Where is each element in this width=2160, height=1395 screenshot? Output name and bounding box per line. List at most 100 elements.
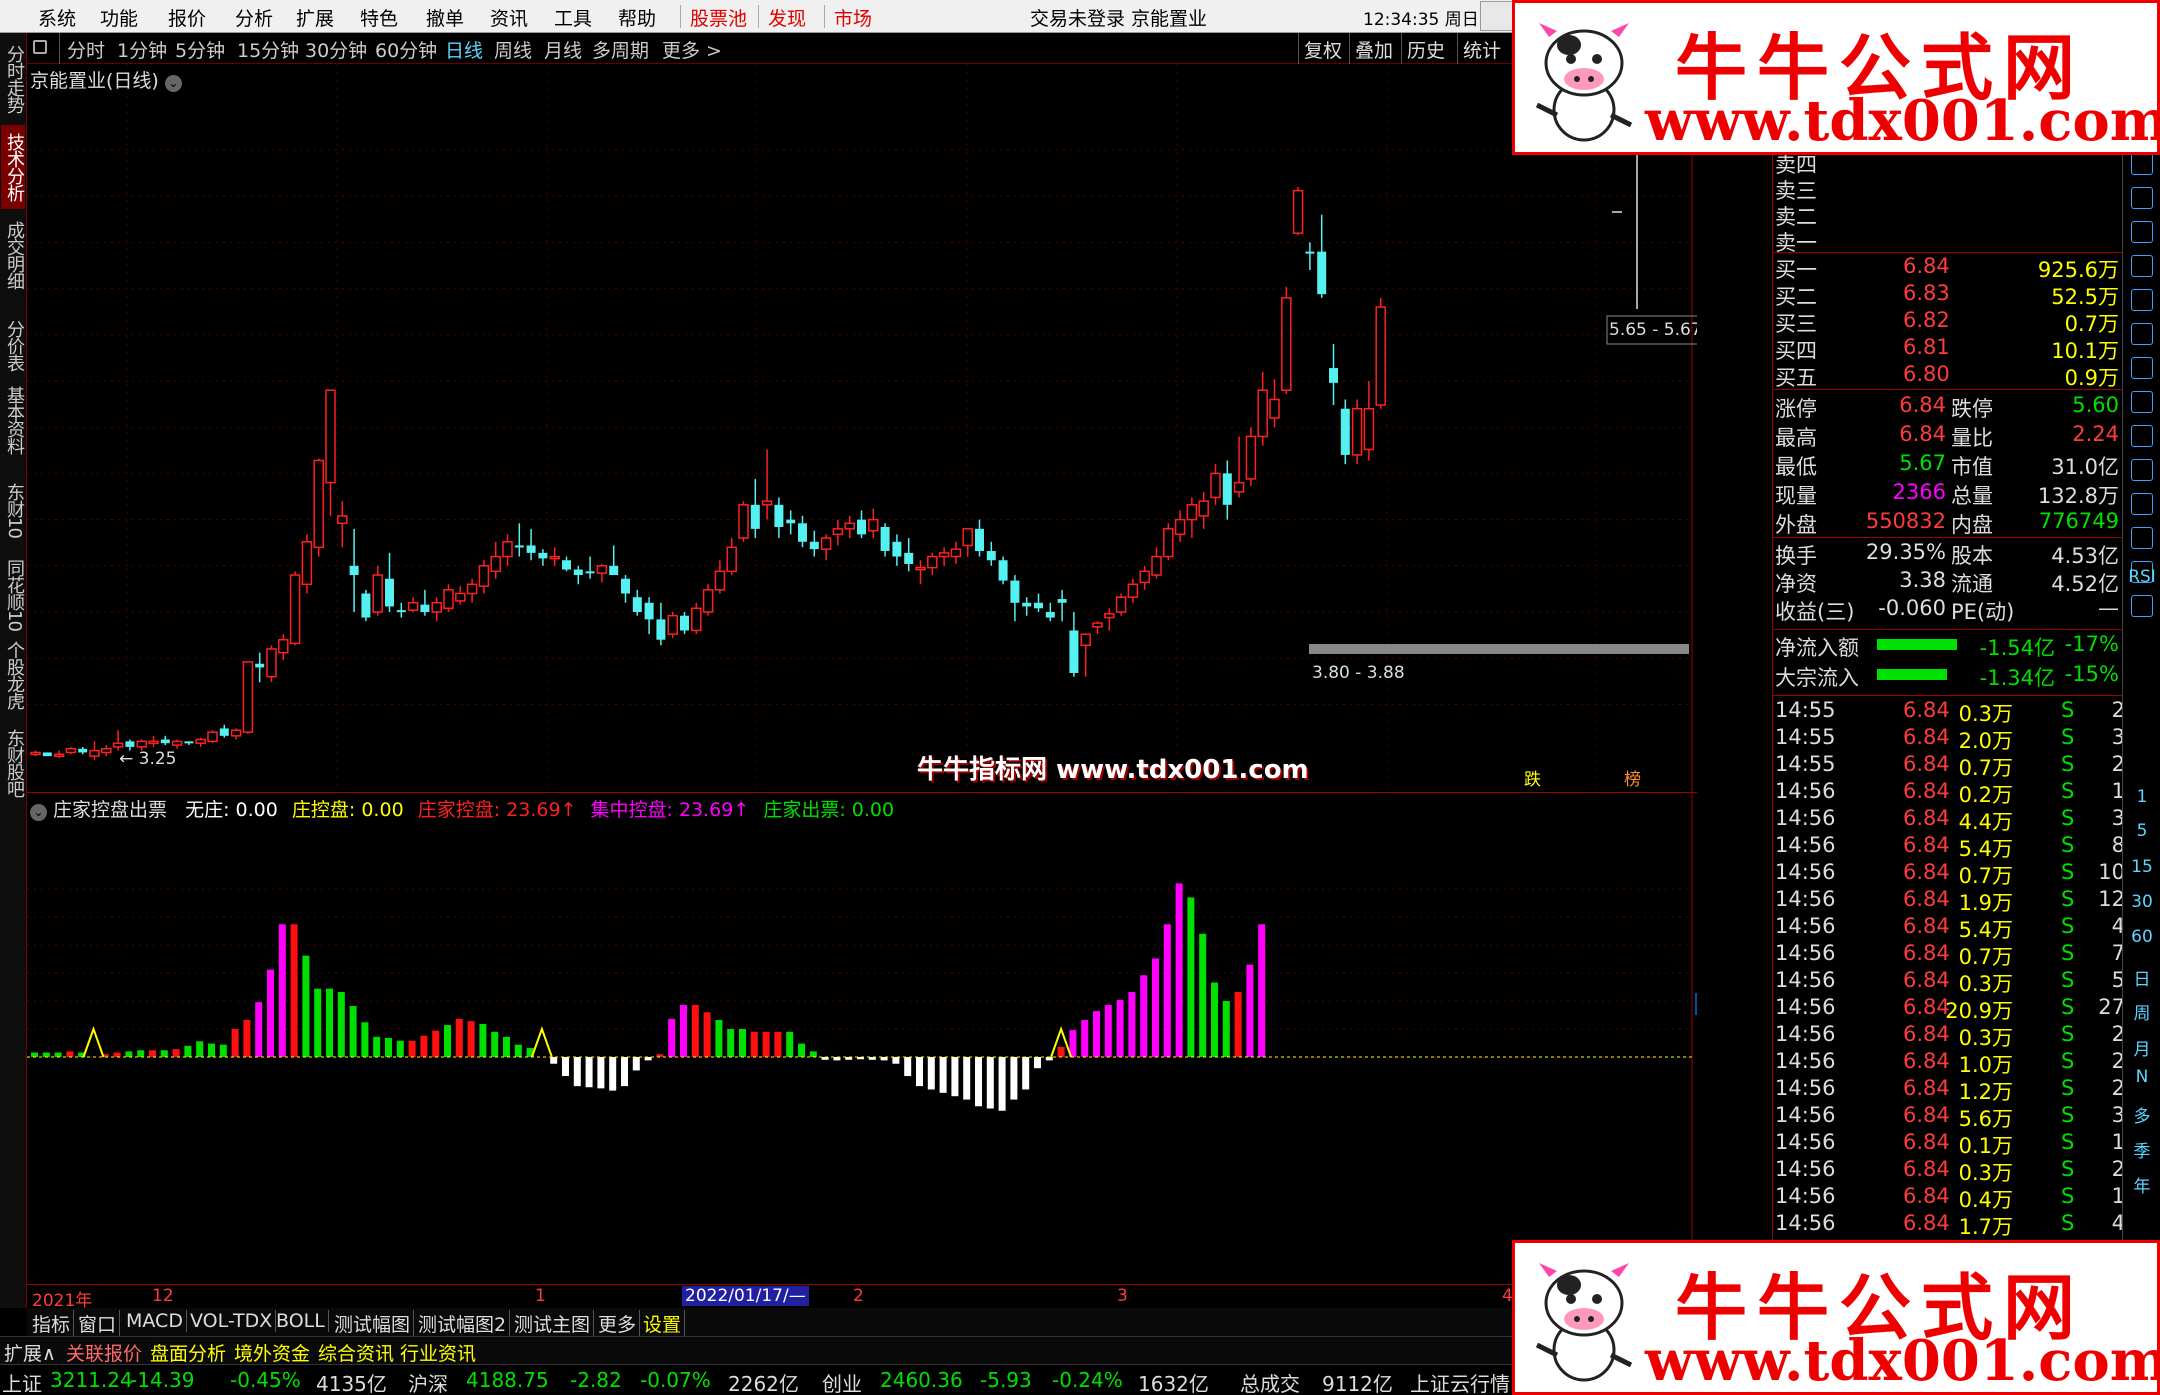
extension-tab[interactable]: 境外资金 bbox=[234, 1339, 310, 1366]
tool-icon[interactable] bbox=[2131, 595, 2153, 617]
period-tab[interactable]: 周线 bbox=[494, 36, 532, 63]
extension-tab[interactable]: 行业资讯 bbox=[400, 1339, 476, 1366]
period-toolbar: 分时 1分钟 5分钟 15分钟 30分钟 60分钟 日线 周线 月线 多周期 更多 > 复权 叠加 历史统… bbox=[27, 33, 1512, 64]
indicator-chart[interactable]: 30.0025.0020.0015.0010.005.000.0013.26 bbox=[27, 793, 1697, 1285]
menu-item-highlight[interactable]: 市场 bbox=[834, 4, 872, 31]
period-tab[interactable]: 1分钟 bbox=[117, 36, 167, 63]
collapse-icon[interactable] bbox=[33, 40, 47, 54]
index-name[interactable]: 上证 bbox=[2, 1368, 42, 1395]
menu-item[interactable]: 工具 bbox=[554, 4, 592, 31]
tool-icon[interactable] bbox=[2131, 527, 2153, 549]
menu-item[interactable]: 帮助 bbox=[618, 4, 656, 31]
kline-chart-panel[interactable]: 6.506.256.005.755.505.255.004.754.504.25… bbox=[27, 64, 1697, 792]
indicator-panel[interactable]: 30.0025.0020.0015.0010.005.000.0013.26 ⌄… bbox=[27, 792, 1697, 1285]
period-tab[interactable]: 5分钟 bbox=[175, 36, 225, 63]
period-tab[interactable]: 多周期 bbox=[592, 36, 649, 63]
period-tab[interactable]: 分时 bbox=[67, 36, 105, 63]
chart-tool-button[interactable]: 统计 bbox=[1463, 36, 1501, 63]
menu-item[interactable]: 扩展 bbox=[296, 4, 334, 31]
period-tab[interactable]: 30分钟 bbox=[305, 36, 367, 63]
kline-chart[interactable]: 6.506.256.005.755.505.255.004.754.504.25… bbox=[27, 64, 1697, 792]
bid-row[interactable]: 买三 6.82 0.7万 bbox=[1773, 308, 2123, 336]
left-tab[interactable]: 同花顺10 bbox=[1, 553, 25, 637]
indicator-tab[interactable]: 设置 bbox=[640, 1310, 686, 1337]
left-tab[interactable]: 分价表 bbox=[1, 303, 25, 387]
extension-tab[interactable]: 综合资讯 bbox=[318, 1339, 394, 1366]
ticker-text[interactable]: 上证云行情 bbox=[1410, 1368, 1510, 1395]
left-tab[interactable]: 个股龙虎 bbox=[1, 633, 25, 717]
tool-icon[interactable] bbox=[2131, 391, 2153, 413]
tool-icon[interactable] bbox=[2131, 459, 2153, 481]
left-tab[interactable]: 分时走势 bbox=[1, 37, 25, 121]
indicator-tab[interactable]: 窗口 bbox=[75, 1310, 121, 1337]
candle bbox=[112, 730, 124, 751]
indicator-tab[interactable]: 测试幅图 bbox=[331, 1310, 415, 1337]
tool-icon[interactable] bbox=[2131, 289, 2153, 311]
period-shortcut[interactable]: N bbox=[2123, 1067, 2160, 1087]
period-shortcut[interactable]: 1 bbox=[2123, 787, 2160, 807]
period-shortcut[interactable]: 年 bbox=[2123, 1172, 2160, 1197]
tool-icon[interactable] bbox=[2131, 255, 2153, 277]
chart-tool-button[interactable]: 历史 bbox=[1407, 36, 1445, 63]
indicator-bar bbox=[550, 1057, 558, 1064]
chart-title-dropdown-icon[interactable]: ⌄ bbox=[164, 75, 182, 92]
bid-row[interactable]: 买二 6.83 52.5万 bbox=[1773, 281, 2123, 309]
tool-icon[interactable] bbox=[2131, 493, 2153, 515]
indicator-settings-icon[interactable]: ⌄ bbox=[30, 804, 47, 821]
index-name[interactable]: 创业 bbox=[822, 1368, 862, 1395]
period-shortcut[interactable]: 季 bbox=[2123, 1137, 2160, 1162]
left-tab[interactable]: 东财股吧 bbox=[1, 723, 25, 803]
period-shortcut[interactable]: 周 bbox=[2123, 999, 2160, 1024]
menu-item-highlight[interactable]: 股票池 bbox=[690, 4, 747, 31]
indicator-tab[interactable]: 测试主图 bbox=[511, 1310, 595, 1337]
period-shortcut[interactable]: 30 bbox=[2123, 892, 2160, 912]
period-tab[interactable]: 更多 > bbox=[662, 36, 722, 63]
menu-item[interactable]: 特色 bbox=[360, 4, 398, 31]
tool-icon[interactable] bbox=[2131, 323, 2153, 345]
menu-item[interactable]: 资讯 bbox=[490, 4, 528, 31]
menu-item[interactable]: 撤单 bbox=[426, 4, 464, 31]
extension-tab[interactable]: 关联报价 bbox=[66, 1339, 142, 1366]
chart-tool-button[interactable]: 叠加 bbox=[1355, 36, 1393, 63]
indicator-tab[interactable]: 指标 bbox=[29, 1310, 75, 1337]
indicator-tab[interactable]: VOL-TDX bbox=[187, 1310, 277, 1332]
indicator-tab[interactable]: MACD bbox=[123, 1310, 187, 1332]
left-tab[interactable]: 基本资料 bbox=[1, 378, 25, 462]
extension-tab[interactable]: 盘面分析 bbox=[150, 1339, 226, 1366]
left-tab[interactable]: 东财10 bbox=[1, 468, 25, 552]
left-tab[interactable]: 技术分析 bbox=[1, 125, 25, 209]
period-tab[interactable]: 15分钟 bbox=[237, 36, 299, 63]
indicator-tab[interactable]: 更多 bbox=[595, 1310, 641, 1337]
tool-icon[interactable] bbox=[2131, 425, 2153, 447]
period-shortcut[interactable]: 日 bbox=[2123, 965, 2160, 990]
menu-item[interactable]: 功能 bbox=[100, 4, 138, 31]
period-shortcut[interactable]: 月 bbox=[2123, 1035, 2160, 1060]
period-tab[interactable]: 60分钟 bbox=[375, 36, 437, 63]
menu-item[interactable]: 分析 bbox=[235, 4, 273, 31]
menu-item[interactable]: 系统 bbox=[38, 4, 76, 31]
tick-row: 14:55 6.84 2.0万 S 3 bbox=[1773, 725, 2125, 753]
menu-item-highlight[interactable]: 发现 bbox=[768, 4, 806, 31]
extension-tab[interactable]: 扩展∧ bbox=[4, 1339, 56, 1366]
period-tab[interactable]: 月线 bbox=[544, 36, 582, 63]
menu-item[interactable]: 报价 bbox=[168, 4, 206, 31]
period-shortcut[interactable]: 多 bbox=[2123, 1102, 2160, 1127]
period-shortcut[interactable]: 15 bbox=[2123, 857, 2160, 877]
flow-pct: -15% bbox=[2064, 662, 2119, 686]
bid-row[interactable]: 买四 6.81 10.1万 bbox=[1773, 335, 2123, 363]
chart-tool-button[interactable]: 复权 bbox=[1304, 36, 1342, 63]
tool-icon[interactable] bbox=[2131, 357, 2153, 379]
indicator-tab[interactable]: 测试幅图2 bbox=[415, 1310, 511, 1337]
tool-icon[interactable] bbox=[2131, 187, 2153, 209]
period-shortcut[interactable]: 60 bbox=[2123, 927, 2160, 947]
tool-icon[interactable] bbox=[2131, 221, 2153, 243]
index-name[interactable]: 沪深 bbox=[408, 1368, 448, 1395]
period-shortcut[interactable]: RSI bbox=[2123, 567, 2160, 587]
bid-row[interactable]: 买五 6.80 0.9万 bbox=[1773, 362, 2123, 390]
indicator-tab[interactable]: BOLL bbox=[273, 1310, 329, 1332]
left-tab[interactable]: 成交明细 bbox=[1, 213, 25, 297]
tool-icon[interactable] bbox=[2131, 153, 2153, 175]
period-shortcut[interactable]: 5 bbox=[2123, 821, 2160, 841]
bid-row[interactable]: 买一 6.84 925.6万 bbox=[1773, 254, 2123, 282]
period-tab[interactable]: 日线 bbox=[445, 36, 483, 63]
